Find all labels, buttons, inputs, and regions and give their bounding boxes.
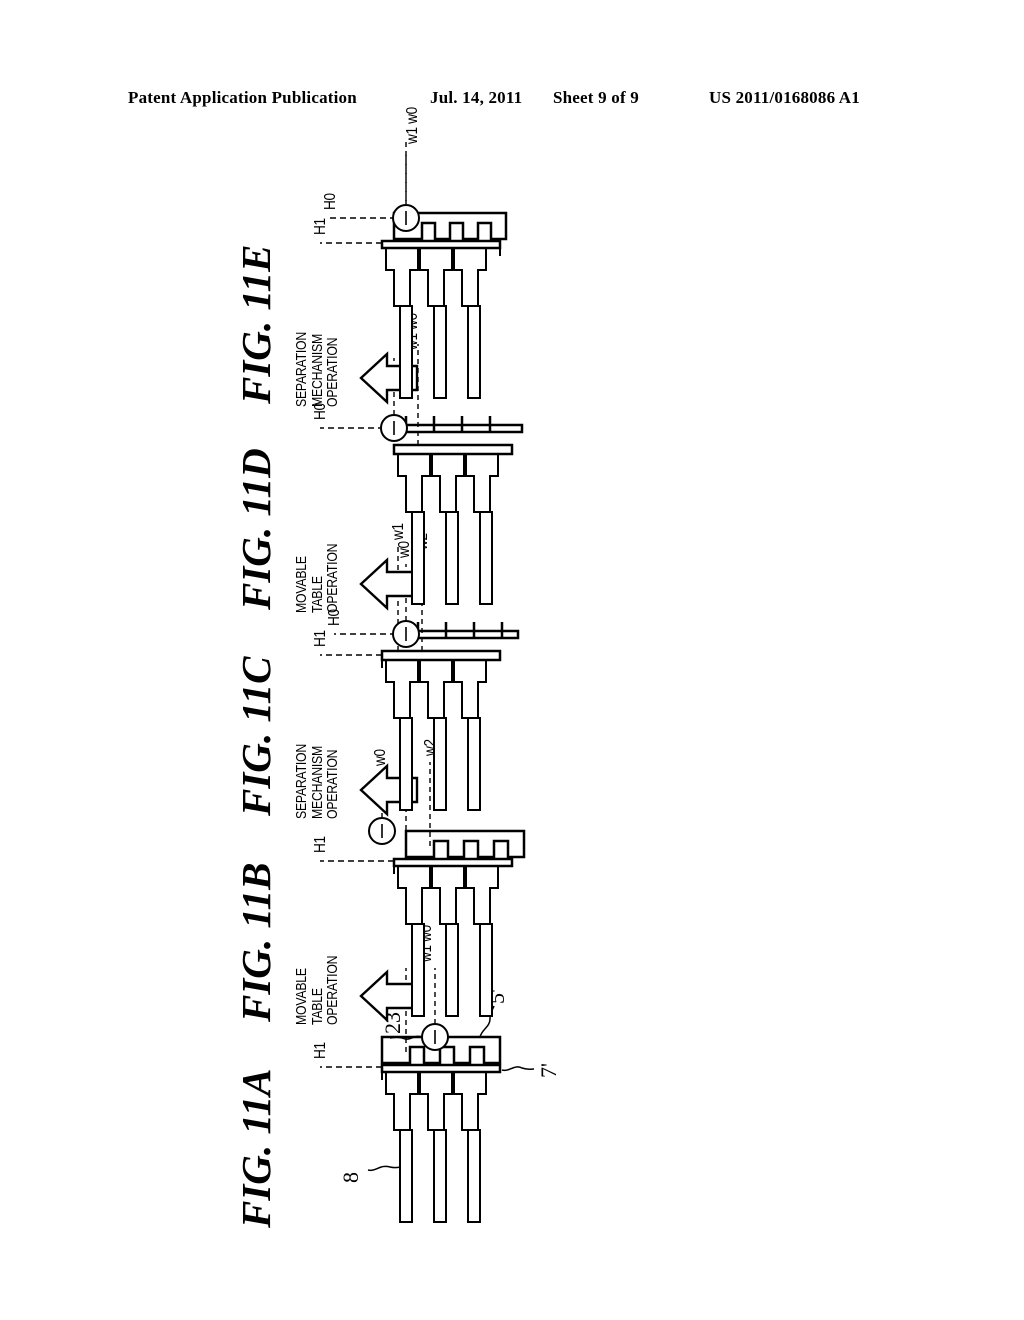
fig11e-mechanism — [320, 138, 508, 399]
fig11a-height-label-h1: H1 — [312, 1042, 329, 1059]
figure-panel-11d: H0 w1 w0 — [294, 313, 764, 612]
fig11e-height-label-h0: H0 — [322, 193, 339, 210]
figure-panel-11e: H1 H0 w1 w0 — [294, 107, 764, 406]
header-publication-text: Patent Application Publication — [128, 88, 357, 107]
fig11e-width-labels: w1 w0 — [404, 107, 421, 144]
figure-title-11d: FIG. 11D — [233, 448, 279, 610]
header-sheet-text: Sheet 9 of 9 — [553, 88, 639, 107]
fig11e-height-label-h1: H1 — [312, 218, 329, 235]
figure-title-11e: FIG. 11E — [233, 244, 279, 405]
figure-title-11a: FIG. 11A — [233, 1068, 279, 1229]
figure-panel-11c: H1 H0 w0 w1 w2 — [294, 523, 764, 818]
fig11b-mechanism — [320, 756, 526, 1017]
fig11b-height-label-h1: H1 — [312, 836, 329, 853]
reference-numeral-7p: 7' — [536, 1063, 561, 1078]
drawing-sheet: FIG. 11A FIG. 11B FIG. 11C FIG. 11D FIG.… — [232, 107, 792, 1250]
header-patent-number: US 2011/0168086 A1 — [709, 88, 860, 107]
fig11a-mechanism — [320, 968, 535, 1223]
fig11d-mechanism — [320, 344, 524, 605]
figure-title-11c: FIG. 11C — [233, 656, 279, 817]
figure-panel-11a: 8 H1 w1 w0 23 5' 7' — [294, 925, 764, 1230]
figure-title-11b: FIG. 11B — [233, 862, 279, 1023]
header-date-text: Jul. 14, 2011 — [430, 88, 523, 107]
fig11c-height-label-h1: H1 — [312, 630, 329, 647]
publication-header: Patent Application Publication Jul. 14, … — [0, 84, 1024, 112]
fig11c-mechanism — [320, 546, 520, 811]
figure-panel-11b: H1 w0 w1 w2 — [294, 733, 764, 1024]
